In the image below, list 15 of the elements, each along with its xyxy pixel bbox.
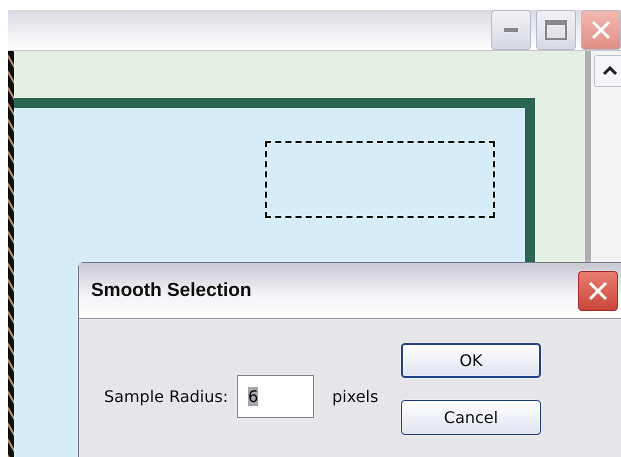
maximize-button[interactable] <box>536 10 576 50</box>
dialog-title: Smooth Selection <box>91 280 252 302</box>
field-label: Sample Radius: <box>104 386 228 406</box>
unit-label: pixels <box>332 386 378 406</box>
close-button[interactable] <box>581 10 621 50</box>
close-icon <box>590 19 612 41</box>
minimize-icon <box>504 27 518 33</box>
scroll-up-button[interactable] <box>594 55 621 87</box>
minimize-button[interactable] <box>491 10 531 50</box>
close-icon <box>587 280 609 302</box>
maximize-icon <box>545 20 567 40</box>
dialog-close-button[interactable] <box>578 270 618 310</box>
dialog-button[interactable]: Cancel <box>401 400 541 435</box>
dialog-button[interactable]: OK <box>401 343 541 378</box>
radius-input[interactable]: 6 <box>237 374 314 418</box>
